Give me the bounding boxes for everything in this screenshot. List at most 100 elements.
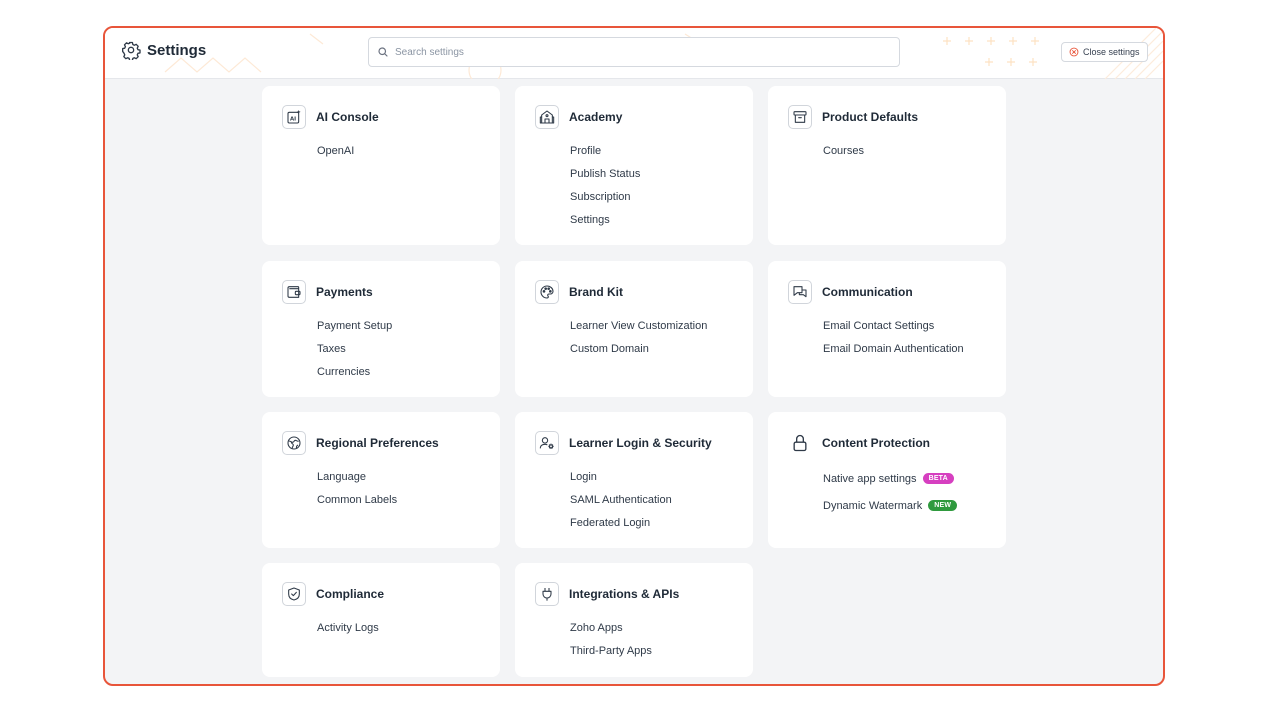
card-header: Integrations & APIs — [535, 582, 679, 606]
settings-link[interactable]: Email Contact Settings — [823, 320, 934, 332]
card-compliance: Compliance Activity Logs — [262, 563, 500, 677]
card-title: Regional Preferences — [316, 436, 439, 450]
card-links: Email Contact Settings Email Domain Auth… — [823, 314, 964, 360]
settings-link[interactable]: Common Labels — [317, 494, 397, 506]
card-links: Courses — [823, 139, 864, 162]
settings-link[interactable]: Custom Domain — [570, 343, 649, 355]
card-header: Compliance — [282, 582, 384, 606]
list-item[interactable]: SAML Authentication — [570, 488, 672, 511]
new-badge: NEW — [928, 500, 958, 511]
card-title: Integrations & APIs — [569, 587, 680, 601]
list-item[interactable]: Learner View Customization — [570, 314, 707, 337]
building-icon — [535, 105, 559, 129]
card-title: AI Console — [316, 110, 379, 124]
card-header: Regional Preferences — [282, 431, 439, 455]
card-header: Academy — [535, 105, 622, 129]
close-circle-icon — [1069, 47, 1079, 57]
list-item[interactable]: Taxes — [317, 337, 392, 360]
card-links: Language Common Labels — [317, 465, 397, 511]
list-item[interactable]: Payment Setup — [317, 314, 392, 337]
card-learner-login-security: Learner Login & Security Login SAML Auth… — [515, 412, 753, 548]
list-item[interactable]: Courses — [823, 139, 864, 162]
settings-link[interactable]: Subscription — [570, 191, 631, 203]
list-item[interactable]: Email Contact Settings — [823, 314, 964, 337]
page-title: Settings — [147, 41, 207, 59]
card-title: Learner Login & Security — [569, 436, 712, 450]
settings-link[interactable]: Activity Logs — [317, 622, 379, 634]
settings-link[interactable]: Taxes — [317, 343, 346, 355]
card-title: Communication — [822, 285, 913, 299]
search-input[interactable] — [395, 46, 875, 58]
card-links: Activity Logs — [317, 616, 379, 639]
card-header: AI AI Console — [282, 105, 379, 129]
card-title: Brand Kit — [569, 285, 623, 299]
list-item[interactable]: Settings — [570, 208, 640, 231]
card-links: Login SAML Authentication Federated Logi… — [570, 465, 672, 534]
settings-link[interactable]: SAML Authentication — [570, 494, 672, 506]
settings-link[interactable]: Zoho Apps — [570, 622, 623, 634]
settings-header: Settings Close settings — [105, 28, 1163, 79]
card-title: Payments — [316, 285, 373, 299]
list-item[interactable]: Native app settings BETA — [823, 465, 957, 492]
list-item[interactable]: Login — [570, 465, 672, 488]
settings-link[interactable]: Profile — [570, 145, 601, 157]
list-item[interactable]: Dynamic Watermark NEW — [823, 492, 958, 519]
list-item[interactable]: Currencies — [317, 360, 392, 383]
list-item[interactable]: Zoho Apps — [570, 616, 652, 639]
card-links: Profile Publish Status Subscription Sett… — [570, 139, 640, 231]
list-item[interactable]: Custom Domain — [570, 337, 707, 360]
list-item[interactable]: Publish Status — [570, 162, 640, 185]
settings-window: Settings Close settings AI AI Console — [103, 26, 1165, 686]
svg-text:AI: AI — [290, 116, 296, 122]
list-item[interactable]: Third-Party Apps — [570, 639, 652, 662]
globe-icon — [282, 431, 306, 455]
card-content-protection: Content Protection Native app settings B… — [768, 412, 1006, 548]
card-links: Payment Setup Taxes Currencies — [317, 314, 392, 383]
card-header: Product Defaults — [788, 105, 918, 129]
list-item[interactable]: Profile — [570, 139, 640, 162]
settings-link[interactable]: Email Domain Authentication — [823, 343, 964, 355]
settings-link[interactable]: Federated Login — [570, 517, 650, 529]
lock-icon — [788, 431, 812, 455]
list-item[interactable]: Common Labels — [317, 488, 397, 511]
card-title: Content Protection — [822, 436, 930, 450]
settings-link[interactable]: Courses — [823, 145, 864, 157]
settings-link[interactable]: Payment Setup — [317, 320, 392, 332]
settings-link[interactable]: Third-Party Apps — [570, 645, 652, 657]
settings-link[interactable]: OpenAI — [317, 145, 354, 157]
ai-sparkle-icon: AI — [282, 105, 306, 129]
list-item[interactable]: Activity Logs — [317, 616, 379, 639]
settings-link[interactable]: Currencies — [317, 366, 370, 378]
settings-link[interactable]: Publish Status — [570, 168, 640, 180]
search-box[interactable] — [368, 37, 900, 67]
settings-link[interactable]: Learner View Customization — [570, 320, 707, 332]
card-communication: Communication Email Contact Settings Ema… — [768, 261, 1006, 397]
settings-link[interactable]: Settings — [570, 214, 610, 226]
list-item[interactable]: Language — [317, 465, 397, 488]
settings-link[interactable]: Native app settings — [823, 473, 917, 485]
settings-link[interactable]: Dynamic Watermark — [823, 500, 922, 512]
gear-icon — [121, 40, 141, 60]
card-regional-preferences: Regional Preferences Language Common Lab… — [262, 412, 500, 548]
beta-badge: BETA — [922, 473, 954, 484]
close-settings-button[interactable]: Close settings — [1061, 42, 1148, 62]
card-product-defaults: Product Defaults Courses — [768, 86, 1006, 245]
wallet-icon — [282, 280, 306, 304]
card-links: Learner View Customization Custom Domain — [570, 314, 707, 360]
list-item[interactable]: Subscription — [570, 185, 640, 208]
palette-icon — [535, 280, 559, 304]
card-header: Content Protection — [788, 431, 930, 455]
card-links: Native app settings BETA Dynamic Waterma… — [823, 465, 958, 519]
list-item[interactable]: Federated Login — [570, 511, 672, 534]
card-links: OpenAI — [317, 139, 354, 162]
card-header: Learner Login & Security — [535, 431, 712, 455]
card-header: Communication — [788, 280, 913, 304]
settings-brand: Settings — [121, 40, 206, 60]
card-title: Academy — [569, 110, 623, 124]
settings-link[interactable]: Login — [570, 471, 597, 483]
settings-link[interactable]: Language — [317, 471, 366, 483]
list-item[interactable]: Email Domain Authentication — [823, 337, 964, 360]
card-links: Zoho Apps Third-Party Apps — [570, 616, 652, 662]
chat-bubbles-icon — [788, 280, 812, 304]
list-item[interactable]: OpenAI — [317, 139, 354, 162]
